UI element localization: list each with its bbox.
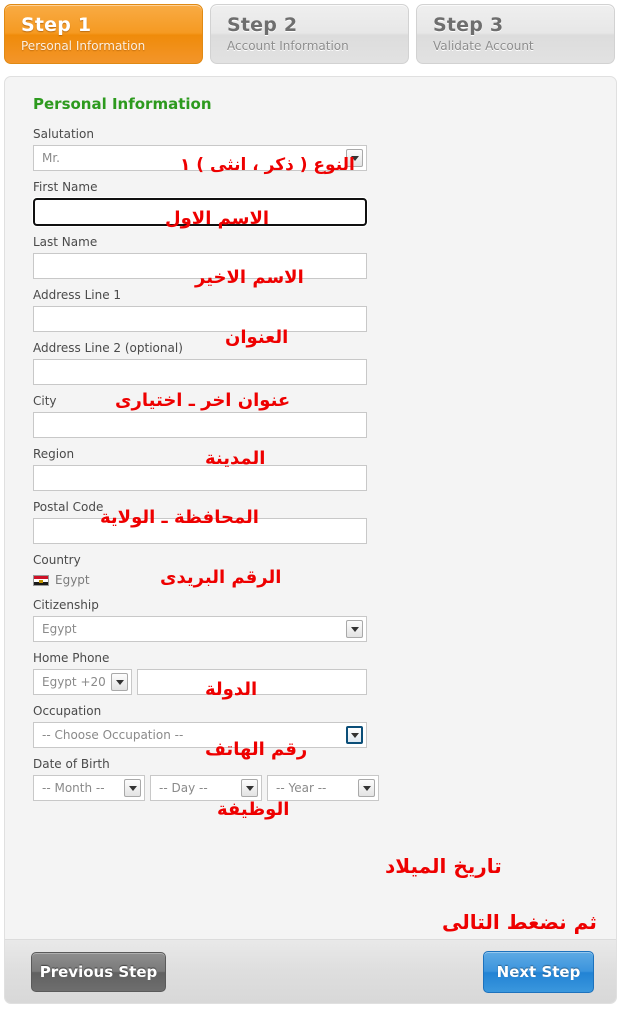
next-step-button[interactable]: Next Step	[483, 950, 594, 993]
field-first-name: First Name	[32, 180, 616, 227]
field-occupation: Occupation -- Choose Occupation --	[33, 704, 616, 748]
home-phone-number-input[interactable]	[137, 669, 367, 695]
chevron-down-icon[interactable]	[358, 779, 375, 797]
field-postal-code: Postal Code	[33, 500, 616, 544]
dob-year-select[interactable]: -- Year --	[267, 775, 379, 801]
salutation-value: Mr.	[42, 151, 60, 165]
address-line-2-input[interactable]	[33, 359, 367, 385]
address-line-1-label: Address Line 1	[33, 288, 122, 302]
page-title: Personal Information	[33, 95, 212, 113]
step-tab-1[interactable]: Step 1 Personal Information	[4, 4, 203, 64]
annotation-date-of-birth: تاريخ الميلاد	[385, 854, 502, 878]
country-label: Country	[33, 553, 81, 567]
first-name-label: First Name	[33, 180, 98, 194]
chevron-down-icon[interactable]	[241, 779, 258, 797]
dob-day-select[interactable]: -- Day --	[150, 775, 262, 801]
address-line-2-label: Address Line 2 (optional)	[33, 341, 183, 355]
egypt-flag-icon	[33, 574, 49, 586]
home-phone-country-code-select[interactable]: Egypt +20	[33, 669, 132, 695]
chevron-down-icon[interactable]	[346, 620, 363, 638]
step-indicator-bar: Step 1 Personal Information Step 2 Accou…	[0, 0, 621, 64]
salutation-label: Salutation	[33, 127, 94, 141]
salutation-select[interactable]: Mr.	[33, 145, 367, 171]
occupation-value: -- Choose Occupation --	[42, 728, 184, 742]
previous-step-button[interactable]: Previous Step	[31, 951, 166, 992]
postal-code-label: Postal Code	[33, 500, 104, 514]
region-input[interactable]	[33, 465, 367, 491]
occupation-label: Occupation	[33, 704, 102, 718]
field-region: Region	[33, 447, 616, 491]
field-address-line-2: Address Line 2 (optional)	[33, 341, 616, 385]
chevron-down-icon[interactable]	[346, 726, 363, 744]
home-phone-row: Egypt +20	[33, 669, 616, 695]
personal-information-panel: Personal Information Salutation Mr. Firs…	[4, 76, 617, 1004]
field-citizenship: Citizenship Egypt	[33, 598, 616, 642]
step-1-title: Step 1	[21, 14, 92, 36]
occupation-select[interactable]: -- Choose Occupation --	[33, 722, 367, 748]
city-label: City	[33, 394, 57, 408]
field-country: Country Egypt	[33, 553, 616, 589]
last-name-input[interactable]	[33, 253, 367, 279]
field-last-name: Last Name	[33, 235, 616, 279]
annotation-next-step: ثم نضغط التالى	[442, 910, 597, 934]
last-name-label: Last Name	[33, 235, 98, 249]
date-of-birth-row: -- Month -- -- Day -- -- Year --	[33, 775, 616, 801]
step-1-subtitle: Personal Information	[21, 39, 146, 53]
step-3-subtitle: Validate Account	[433, 39, 534, 53]
country-value-row: Egypt	[33, 571, 616, 589]
annotation-occupation: الوظيفة	[217, 799, 290, 820]
step-2-title: Step 2	[227, 14, 298, 36]
field-city: City	[33, 394, 616, 438]
field-salutation: Salutation Mr.	[33, 127, 616, 171]
field-date-of-birth: Date of Birth -- Month -- -- Day -- -- Y…	[33, 757, 616, 801]
region-label: Region	[33, 447, 75, 461]
step-3-title: Step 3	[433, 14, 504, 36]
country-value: Egypt	[55, 573, 90, 587]
citizenship-label: Citizenship	[33, 598, 99, 612]
citizenship-value: Egypt	[42, 622, 77, 636]
dob-month-value: -- Month --	[42, 781, 105, 795]
chevron-down-icon[interactable]	[346, 149, 363, 167]
postal-code-input[interactable]	[33, 518, 367, 544]
chevron-down-icon[interactable]	[124, 779, 141, 797]
dob-month-select[interactable]: -- Month --	[33, 775, 145, 801]
city-input[interactable]	[33, 412, 367, 438]
form-body: Personal Information Salutation Mr. Firs…	[5, 77, 616, 801]
home-phone-country-code-value: Egypt +20	[42, 675, 106, 689]
step-tab-3[interactable]: Step 3 Validate Account	[416, 4, 615, 64]
address-line-1-input[interactable]	[33, 306, 367, 332]
first-name-input[interactable]	[32, 197, 368, 227]
field-home-phone: Home Phone Egypt +20	[33, 651, 616, 695]
chevron-down-icon[interactable]	[111, 673, 128, 691]
dob-year-value: -- Year --	[276, 781, 327, 795]
date-of-birth-label: Date of Birth	[33, 757, 110, 771]
home-phone-label: Home Phone	[33, 651, 110, 665]
dob-day-value: -- Day --	[159, 781, 208, 795]
citizenship-select[interactable]: Egypt	[33, 616, 367, 642]
form-footer: Previous Step Next Step	[5, 939, 616, 1003]
step-2-subtitle: Account Information	[227, 39, 349, 53]
step-tab-2[interactable]: Step 2 Account Information	[210, 4, 409, 64]
field-address-line-1: Address Line 1	[33, 288, 616, 332]
